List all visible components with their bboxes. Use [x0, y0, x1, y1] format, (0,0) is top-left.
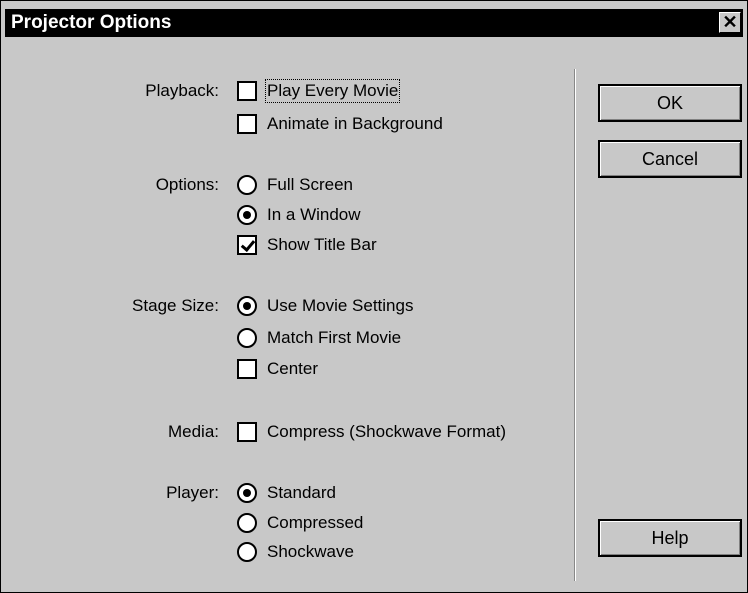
ok-button[interactable]: OK	[598, 84, 742, 122]
radio-circle	[237, 513, 257, 533]
full-screen-label: Full Screen	[267, 175, 353, 194]
center-checkbox[interactable]: Center	[237, 357, 318, 381]
play-every-movie-label: Play Every Movie	[264, 79, 401, 103]
checkbox-box	[237, 359, 257, 379]
center-label: Center	[267, 359, 319, 378]
full-screen-radio[interactable]: Full Screen	[237, 173, 353, 197]
title-bar: Projector Options ✕	[5, 9, 743, 37]
checkbox-box	[237, 114, 257, 134]
checkbox-box-checked	[237, 235, 257, 255]
radio-circle	[237, 328, 257, 348]
compress-label: Compress (Shockwave Format)	[267, 422, 507, 441]
radio-circle-selected	[237, 296, 257, 316]
in-a-window-radio[interactable]: In a Window	[237, 203, 361, 227]
projector-options-dialog: Projector Options ✕ Playback: Play Every…	[0, 0, 748, 593]
compressed-label: Compressed	[267, 513, 364, 532]
close-button[interactable]: ✕	[719, 12, 741, 33]
radio-circle-selected	[237, 483, 257, 503]
match-first-movie-label: Match First Movie	[267, 328, 402, 347]
stage-size-label: Stage Size:	[132, 296, 219, 315]
checkbox-box	[237, 422, 257, 442]
player-label: Player:	[166, 483, 219, 502]
media-label: Media:	[167, 422, 219, 441]
in-a-window-label: In a Window	[267, 205, 361, 224]
use-movie-settings-label: Use Movie Settings	[267, 296, 414, 315]
shockwave-radio[interactable]: Shockwave	[237, 540, 354, 564]
use-movie-settings-radio[interactable]: Use Movie Settings	[237, 294, 413, 318]
options-label: Options:	[155, 175, 219, 194]
show-title-bar-label: Show Title Bar	[267, 235, 377, 254]
animate-in-background-checkbox[interactable]: Animate in Background	[237, 112, 443, 136]
show-title-bar-checkbox[interactable]: Show Title Bar	[237, 233, 377, 257]
compressed-radio[interactable]: Compressed	[237, 511, 363, 535]
standard-radio[interactable]: Standard	[237, 481, 336, 505]
playback-label: Playback:	[145, 81, 219, 100]
match-first-movie-radio[interactable]: Match First Movie	[237, 326, 401, 350]
dialog-title: Projector Options	[11, 12, 172, 33]
cancel-button[interactable]: Cancel	[598, 140, 742, 178]
checkbox-box	[237, 81, 257, 101]
animate-in-background-label: Animate in Background	[267, 114, 443, 133]
vertical-separator	[574, 69, 576, 581]
radio-circle	[237, 175, 257, 195]
compress-checkbox[interactable]: Compress (Shockwave Format)	[237, 420, 506, 444]
radio-circle	[237, 542, 257, 562]
play-every-movie-checkbox[interactable]: Play Every Movie	[237, 79, 401, 103]
standard-label: Standard	[267, 483, 336, 502]
shockwave-label: Shockwave	[267, 542, 354, 561]
radio-circle-selected	[237, 205, 257, 225]
close-icon: ✕	[722, 12, 738, 32]
help-button[interactable]: Help	[598, 519, 742, 557]
